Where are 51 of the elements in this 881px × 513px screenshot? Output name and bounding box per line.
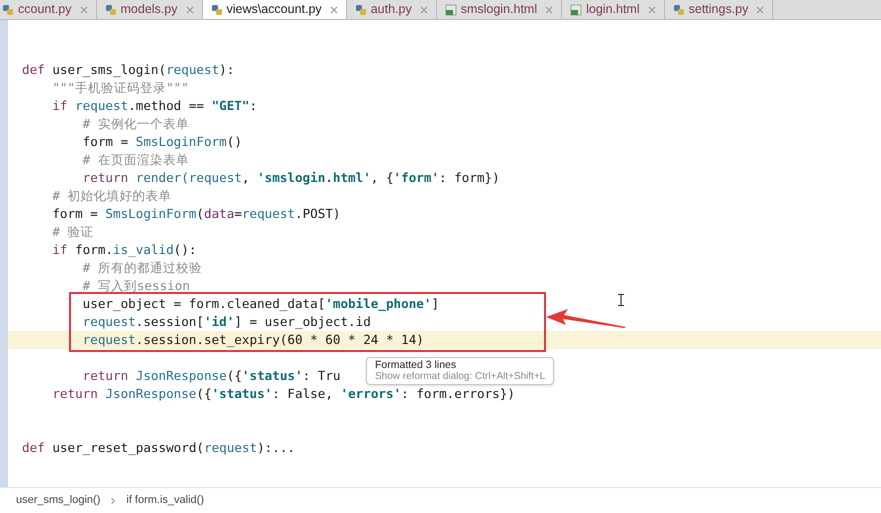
code-line: # 所有的都通过校验 xyxy=(82,260,202,275)
close-icon[interactable] xyxy=(648,6,656,14)
python-file-icon xyxy=(210,4,222,16)
tab-label: models.py xyxy=(120,1,178,18)
file-tab[interactable]: ccount.py xyxy=(0,0,97,19)
python-file-icon xyxy=(672,4,685,16)
breadcrumb[interactable]: user_sms_login() xyxy=(16,492,100,509)
code-line: # 在页面渲染表单 xyxy=(82,152,189,167)
html-file-icon xyxy=(570,4,582,16)
code-line: request.session['id'] = user_object.id xyxy=(82,314,371,329)
code-line: """手机验证码登录""" xyxy=(51,80,189,95)
tab-label: smslogin.html xyxy=(460,1,538,18)
file-tab[interactable]: smslogin.html xyxy=(436,0,562,19)
close-icon[interactable] xyxy=(80,6,88,14)
python-file-icon xyxy=(354,4,367,16)
close-icon[interactable] xyxy=(330,6,338,14)
code-line: def user_reset_password(request):... xyxy=(22,440,295,455)
close-icon[interactable] xyxy=(186,6,194,14)
code-line: request.session.set_expiry(60 * 60 * 24 * 14) xyxy=(82,332,424,347)
tab-label: ccount.py xyxy=(18,1,72,18)
tab-label: views\account.py xyxy=(226,1,322,18)
code-line: # 验证 xyxy=(51,224,94,239)
tooltip-hint: Show reformat dialog: Ctrl+Alt+Shift+L xyxy=(375,371,546,383)
code-line: if request.method == "GET": xyxy=(51,98,258,113)
code-line: return JsonResponse({'status': False, 'errors': form.errors}) xyxy=(51,386,515,401)
code-line: form = SmsLoginForm(data=request.POST) xyxy=(51,206,341,221)
close-icon[interactable] xyxy=(756,6,764,14)
code-line: # 初始化填好的表单 xyxy=(51,188,172,203)
code-line: def user_sms_login(request): xyxy=(22,62,234,77)
html-file-icon xyxy=(444,4,457,16)
python-file-icon xyxy=(2,4,14,16)
file-tab[interactable]: settings.py xyxy=(664,0,774,19)
tab-label: settings.py xyxy=(688,1,748,18)
tab-label: login.html xyxy=(586,1,640,18)
code-line: return render(request, 'smslogin.html', {'form': form}) xyxy=(82,170,500,185)
file-tab[interactable]: models.py xyxy=(96,0,202,19)
code-line: # 实例化一个表单 xyxy=(82,116,189,131)
python-file-icon xyxy=(104,4,117,16)
code-line: return JsonResponse({'status': Tru xyxy=(82,368,340,383)
breadcrumb[interactable]: if form.is_valid() xyxy=(126,492,204,509)
close-icon[interactable] xyxy=(420,6,428,14)
code-line: form = SmsLoginForm() xyxy=(82,134,242,149)
code-line: # 写入到session xyxy=(82,278,190,293)
text-cursor-icon xyxy=(618,294,624,306)
code-line: if form.is_valid(): xyxy=(51,242,196,257)
file-tab[interactable]: views\account.py xyxy=(202,0,347,19)
file-tab[interactable]: auth.py xyxy=(346,0,437,19)
code-line: user_object = form.cleaned_data['mobile_phone'] xyxy=(82,296,440,311)
tooltip-title: Formatted 3 lines xyxy=(375,359,458,371)
close-icon[interactable] xyxy=(545,6,554,14)
tab-label: auth.py xyxy=(370,1,412,18)
